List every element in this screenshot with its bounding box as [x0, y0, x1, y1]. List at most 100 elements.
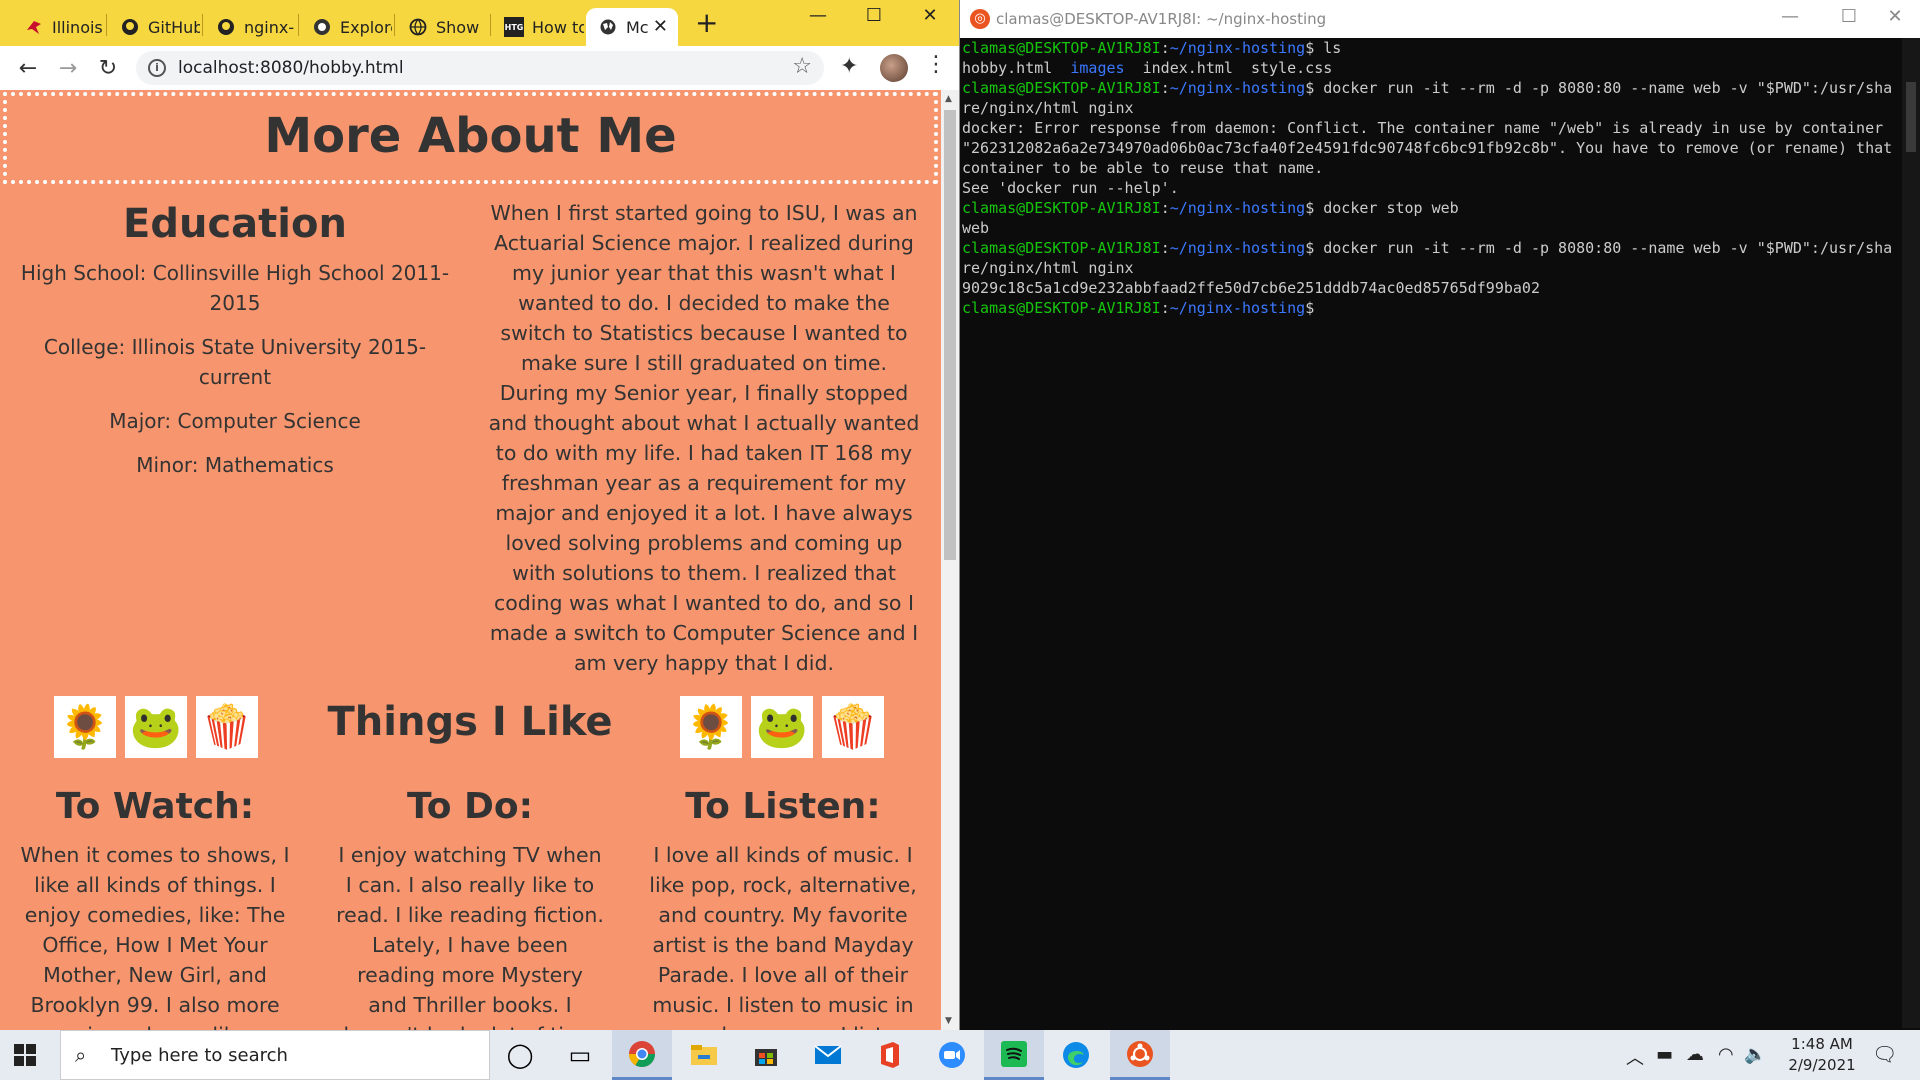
maximize-button[interactable]: ☐: [846, 0, 902, 30]
tab-show[interactable]: Show: [396, 8, 488, 46]
taskbar: ⌕ Type here to search ◯ ▭ ︿ ▬ ☁ ◠ 🔈 1:48…: [0, 1030, 1920, 1080]
tab-active-hobby[interactable]: Mc ✕: [586, 8, 678, 46]
explore-icon: [312, 17, 332, 37]
bookmark-star-icon[interactable]: ☆: [792, 54, 812, 79]
windows-start-button[interactable]: [14, 1044, 36, 1066]
tab-label: Mc: [626, 17, 649, 37]
education-item: College: Illinois State University 2015-…: [43, 335, 427, 389]
to-listen-text: I love all kinds of music. I like pop, r…: [649, 843, 917, 1030]
zoom-icon[interactable]: [922, 1030, 982, 1080]
file-explorer-icon[interactable]: [674, 1030, 734, 1080]
terminal-line: clamas@DESKTOP-AV1RJ8I:~/nginx-hosting$ …: [962, 79, 1893, 117]
to-do-text: I enjoy watching TV when I can. I also r…: [336, 843, 604, 1030]
spotify-icon[interactable]: [984, 1030, 1044, 1080]
terminal-line: hobby.html images index.html style.css: [962, 59, 1333, 77]
terminal-scrollbar[interactable]: [1902, 38, 1920, 1028]
to-watch-section: To Watch: When it comes to shows, I like…: [20, 782, 290, 1030]
to-do-section: To Do: I enjoy watching TV when I can. I…: [335, 782, 605, 1030]
to-listen-section: To Listen: I love all kinds of music. I …: [648, 782, 918, 1030]
page-header: More About Me: [3, 92, 938, 184]
redbird-icon: [24, 17, 44, 37]
search-placeholder: Type here to search: [111, 1045, 288, 1066]
to-listen-heading: To Listen:: [685, 786, 881, 827]
address-bar[interactable]: i localhost:8080/hobby.html ☆: [136, 51, 824, 85]
chrome-icon[interactable]: [612, 1030, 672, 1080]
onedrive-cloud-icon[interactable]: ☁: [1686, 1044, 1704, 1065]
info-icon[interactable]: i: [148, 59, 166, 77]
terminal-line: See 'docker run --help'.: [962, 179, 1179, 197]
notification-center-icon[interactable]: 🗨: [1872, 1042, 1897, 1066]
github-icon: [216, 17, 236, 37]
battery-icon[interactable]: ▬: [1656, 1044, 1673, 1065]
office-icon[interactable]: [860, 1030, 920, 1080]
tab-strip: Illinois GitHub nginx- Explore Show HTG …: [0, 0, 959, 46]
close-window-button[interactable]: ✕: [1872, 6, 1918, 32]
education-item: Minor: Mathematics: [136, 453, 334, 477]
mail-icon[interactable]: [798, 1030, 858, 1080]
tab-how-to[interactable]: HTG How to: [492, 8, 584, 46]
chevron-up-icon[interactable]: ︿: [1626, 1044, 1644, 1070]
popcorn-icon: 🍿: [196, 696, 258, 758]
reload-button[interactable]: ↻: [94, 54, 122, 82]
minimize-button[interactable]: —: [1767, 6, 1813, 32]
minimize-button[interactable]: —: [790, 0, 846, 30]
ubuntu-terminal-icon[interactable]: [1110, 1030, 1170, 1080]
clock-time: 1:48 AM: [1791, 1035, 1853, 1053]
search-icon: ⌕: [75, 1043, 87, 1067]
tab-explore[interactable]: Explore: [300, 8, 392, 46]
popcorn-icon: 🍿: [822, 696, 884, 758]
terminal-output[interactable]: clamas@DESKTOP-AV1RJ8I:~/nginx-hosting$ …: [962, 38, 1900, 1028]
education-item: Major: Computer Science: [109, 409, 361, 433]
new-tab-button[interactable]: +: [695, 8, 718, 38]
cortana-icon[interactable]: ◯: [490, 1030, 550, 1080]
to-watch-text: When it comes to shows, I like all kinds…: [20, 843, 290, 1030]
tab-github[interactable]: GitHub: [108, 8, 200, 46]
page-viewport: More About Me Education High School: Col…: [0, 90, 941, 1030]
clock[interactable]: 1:48 AM 2/9/2021: [1762, 1034, 1882, 1076]
tab-illinois[interactable]: Illinois: [12, 8, 104, 46]
close-window-button[interactable]: ✕: [902, 0, 958, 30]
education-section: Education High School: Collinsville High…: [20, 196, 450, 494]
clock-date: 2/9/2021: [1788, 1056, 1856, 1074]
scroll-down-arrow-icon[interactable]: ▼: [945, 1016, 952, 1026]
maximize-button[interactable]: ☐: [1826, 6, 1872, 32]
emoji-row-left: 🌻 🐸 🍿: [54, 696, 258, 758]
terminal-line: clamas@DESKTOP-AV1RJ8I:~/nginx-hosting$ …: [962, 239, 1893, 277]
browser-toolbar: ← → ↻ i localhost:8080/hobby.html ☆: [0, 46, 959, 90]
education-heading: Education: [123, 201, 347, 247]
career-story-text: When I first started going to ISU, I was…: [488, 201, 920, 675]
globe-icon: [408, 17, 428, 37]
page-scrollbar[interactable]: ▲ ▼: [941, 90, 959, 1030]
things-i-like-heading: Things I Like: [327, 699, 613, 745]
url-text: localhost:8080/hobby.html: [178, 58, 404, 78]
terminal-title: clamas@DESKTOP-AV1RJ8I: ~/nginx-hosting: [996, 10, 1327, 28]
back-button[interactable]: ←: [14, 54, 42, 82]
frog-icon: 🐸: [751, 696, 813, 758]
to-watch-heading: To Watch:: [55, 786, 255, 827]
scrollbar-thumb[interactable]: [1906, 82, 1916, 152]
forward-button[interactable]: →: [54, 54, 82, 82]
terminal-line: clamas@DESKTOP-AV1RJ8I:~/nginx-hosting$ …: [962, 199, 1459, 217]
globe-icon: [598, 17, 618, 37]
kebab-menu-icon[interactable]: ⋮: [925, 52, 947, 77]
tab-label: nginx-: [244, 17, 295, 37]
scrollbar-thumb[interactable]: [944, 110, 956, 560]
sunflower-icon: 🌻: [680, 696, 742, 758]
tab-label: Illinois: [52, 17, 103, 37]
task-view-icon[interactable]: ▭: [550, 1030, 610, 1080]
to-do-heading: To Do:: [406, 786, 534, 827]
terminal-line: clamas@DESKTOP-AV1RJ8I:~/nginx-hosting$ …: [962, 39, 1342, 57]
page-title: More About Me: [264, 108, 677, 164]
tab-label: GitHub: [148, 17, 200, 37]
close-tab-icon[interactable]: ✕: [653, 16, 668, 37]
tab-nginx[interactable]: nginx-: [204, 8, 296, 46]
extensions-puzzle-icon[interactable]: ✦: [840, 54, 858, 79]
edge-icon[interactable]: [1046, 1030, 1106, 1080]
tab-label: How to: [532, 17, 584, 37]
store-icon[interactable]: [736, 1030, 796, 1080]
profile-avatar[interactable]: [880, 54, 908, 82]
wifi-icon[interactable]: ◠: [1718, 1044, 1734, 1065]
scroll-up-arrow-icon[interactable]: ▲: [945, 94, 952, 104]
terminal-titlebar: ◎ clamas@DESKTOP-AV1RJ8I: ~/nginx-hostin…: [960, 0, 1920, 38]
taskbar-search[interactable]: ⌕ Type here to search: [60, 1030, 490, 1080]
